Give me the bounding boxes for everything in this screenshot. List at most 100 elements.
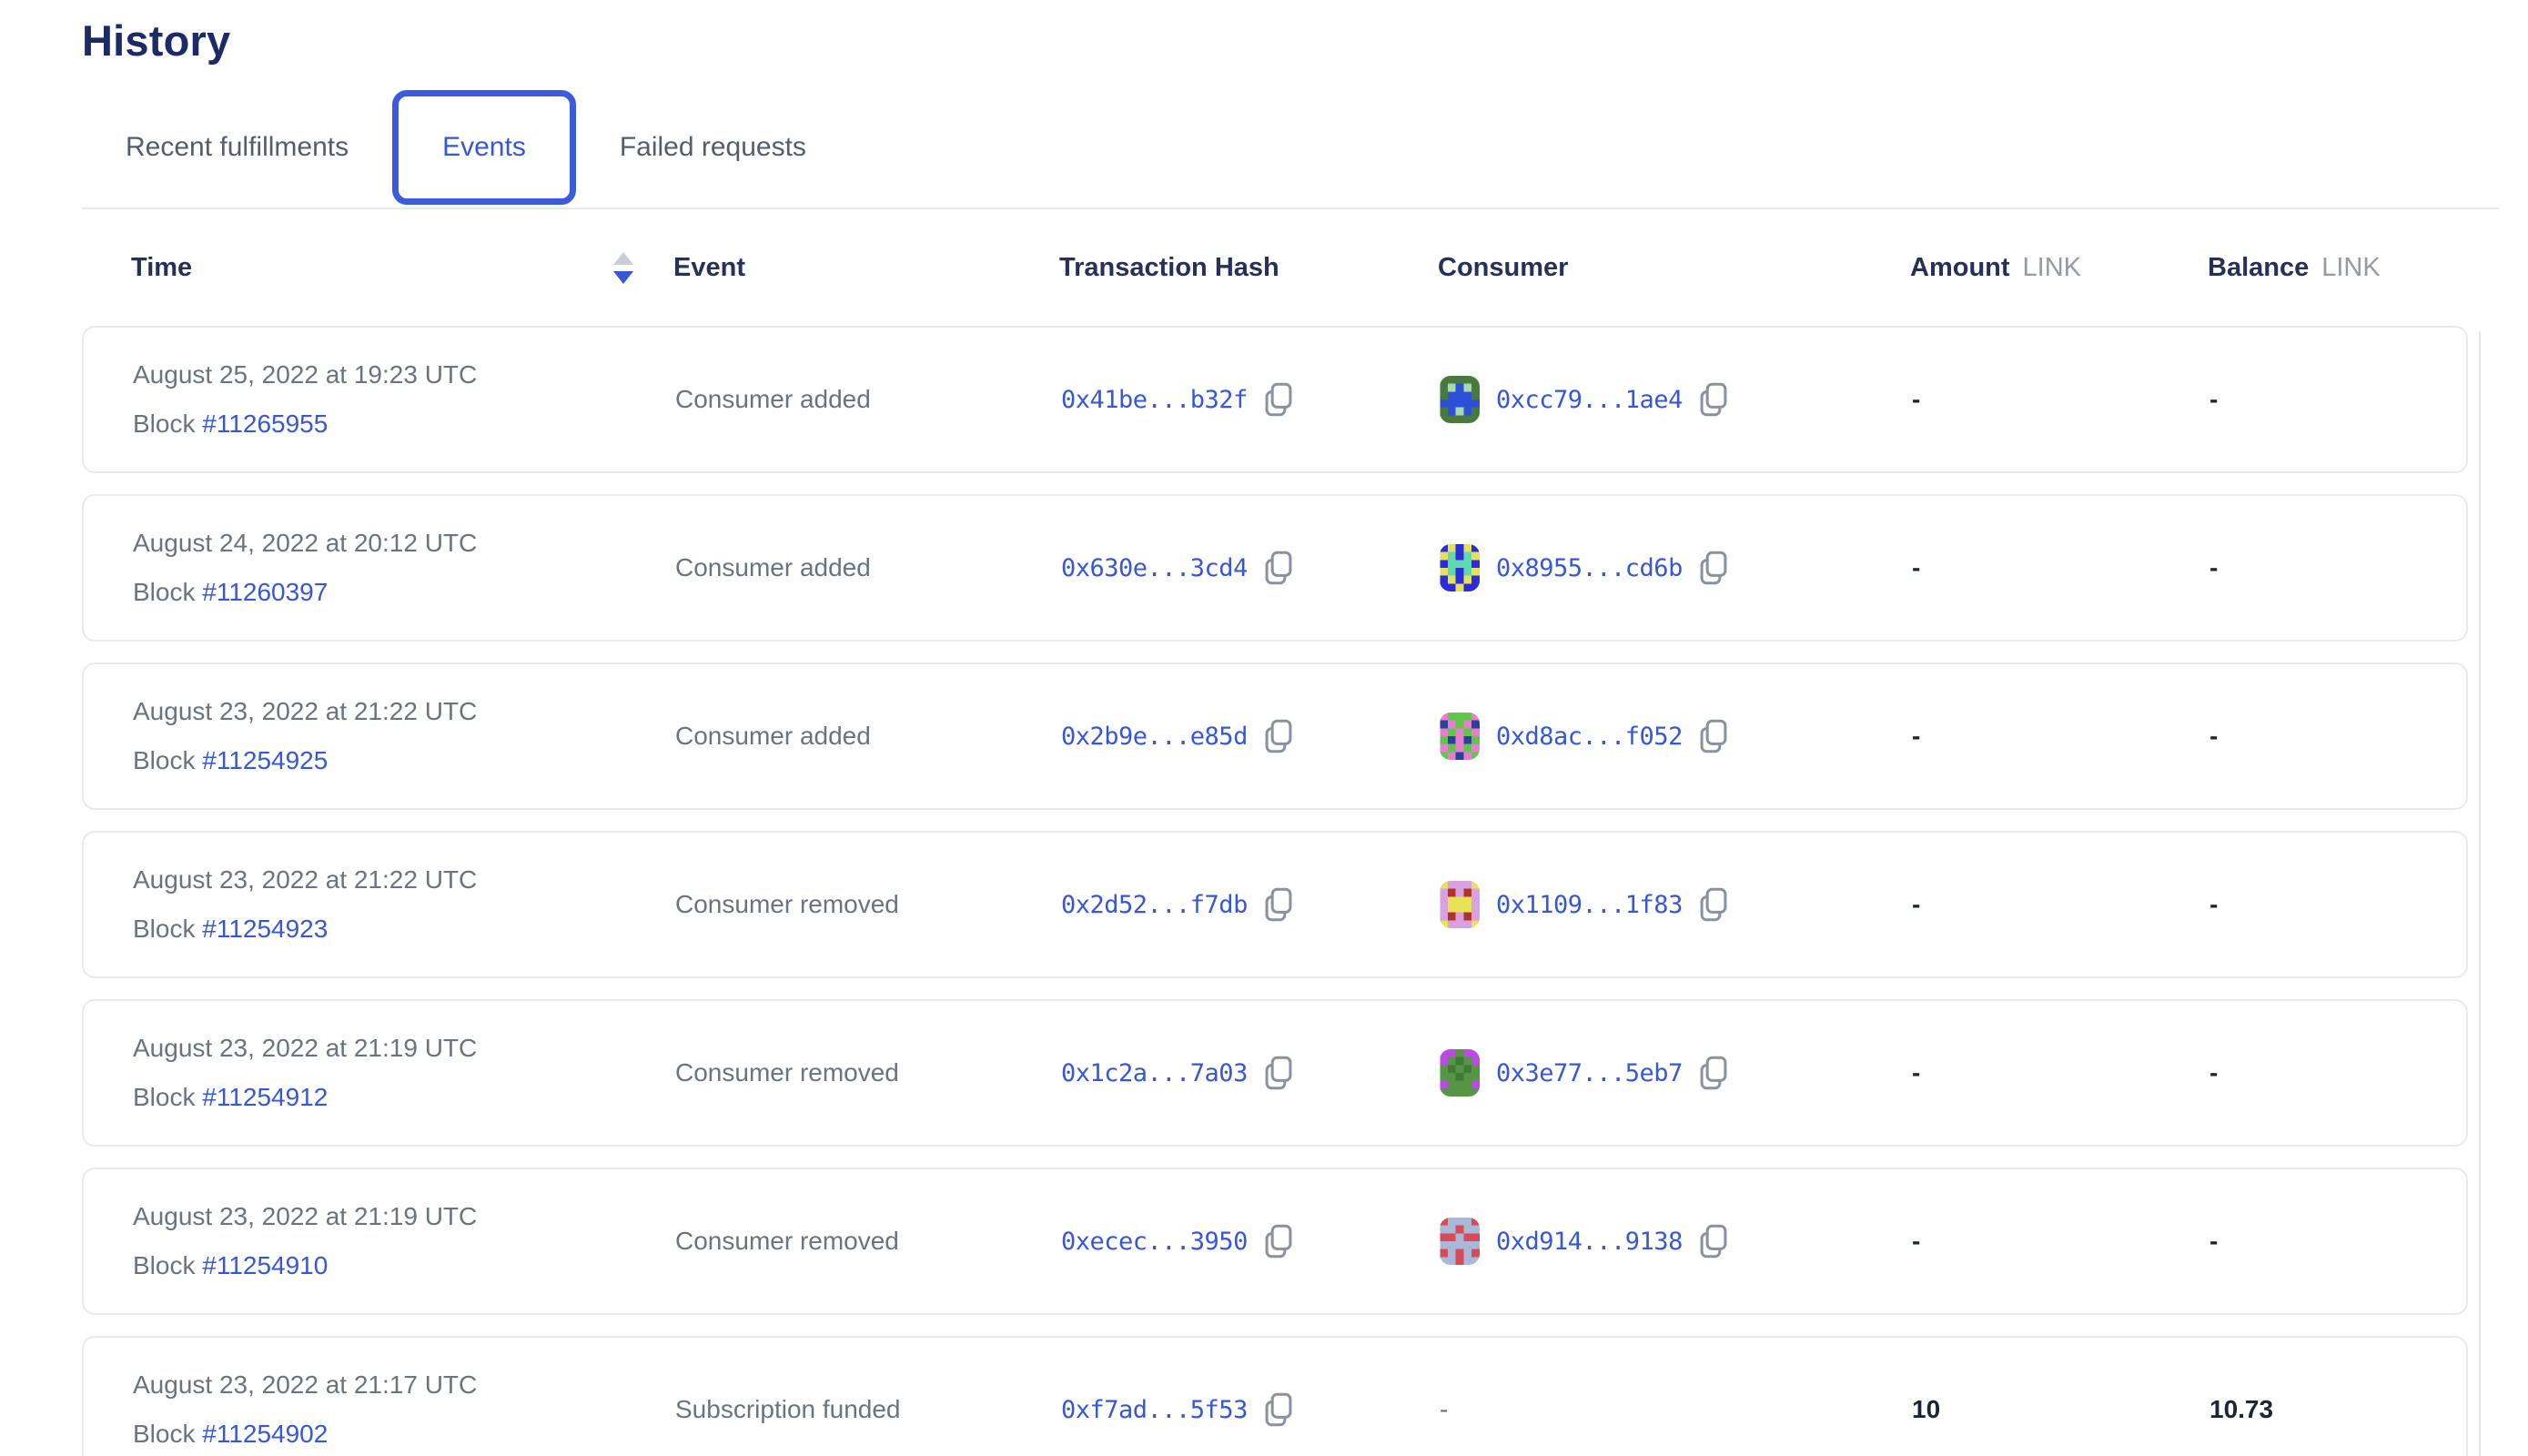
balance-header-label: Balance <box>2208 253 2309 283</box>
block-number-link[interactable]: #11254912 <box>202 1083 328 1111</box>
tab-events[interactable]: Events <box>392 90 576 205</box>
copy-icon[interactable] <box>1699 719 1728 753</box>
block-label: Block <box>133 746 195 774</box>
row-timestamp: August 25, 2022 at 19:23 UTC <box>133 350 675 399</box>
block-number-link[interactable]: #11254910 <box>202 1251 328 1279</box>
transaction-hash-link[interactable]: 0x630e...3cd4 <box>1061 554 1248 582</box>
copy-icon[interactable] <box>1264 551 1293 585</box>
event-type: Consumer removed <box>675 1058 899 1087</box>
consumer-cell: - - <box>1440 1395 1912 1424</box>
row-timestamp: August 23, 2022 at 21:19 UTC <box>133 1024 675 1073</box>
balance-cell: - <box>2209 890 2430 919</box>
consumer-address-link[interactable]: 0xd8ac...f052 <box>1496 723 1683 751</box>
consumer-address-link[interactable]: 0x3e77...5eb7 <box>1496 1059 1683 1087</box>
event-cell: Consumer added <box>675 385 1061 414</box>
transaction-hash-link[interactable]: 0x1c2a...7a03 <box>1061 1059 1248 1087</box>
balance-cell: 10.73 <box>2209 1395 2430 1424</box>
block-number-link[interactable]: #11260397 <box>202 578 328 606</box>
balance-value: - <box>2209 722 2218 751</box>
amount-value: - <box>1912 553 1920 582</box>
sort-down-arrow-icon <box>613 271 633 284</box>
transaction-hash-header-label: Transaction Hash <box>1059 253 1279 283</box>
consumer-address-link[interactable]: 0xd914...9138 <box>1496 1228 1683 1256</box>
time-header-label: Time <box>131 253 192 283</box>
column-header-consumer: Consumer <box>1438 253 1910 283</box>
transaction-hash-cell: 0x1c2a...7a03 <box>1061 1056 1440 1090</box>
transaction-hash-cell: 0xecec...3950 <box>1061 1224 1440 1259</box>
amount-cell: - <box>1912 553 2209 582</box>
consumer-cell: 0xd914...9138 - <box>1440 1218 1912 1265</box>
row-timestamp: August 23, 2022 at 21:22 UTC <box>133 687 675 736</box>
balance-cell: - <box>2209 385 2430 414</box>
consumer-avatar <box>1440 881 1480 928</box>
time-cell: August 23, 2022 at 21:22 UTC Block #1125… <box>133 687 675 785</box>
time-cell: August 24, 2022 at 20:12 UTC Block #1126… <box>133 519 675 617</box>
transaction-hash-link[interactable]: 0xf7ad...5f53 <box>1061 1396 1248 1424</box>
block-number-link[interactable]: #11254902 <box>202 1420 328 1448</box>
copy-icon[interactable] <box>1264 887 1293 922</box>
block-number-link[interactable]: #11254925 <box>202 746 328 774</box>
copy-icon[interactable] <box>1264 382 1293 417</box>
transaction-hash-link[interactable]: 0x2d52...f7db <box>1061 891 1248 919</box>
sort-descending-icon[interactable] <box>613 252 633 284</box>
balance-value: 10.73 <box>2209 1395 2273 1424</box>
event-cell: Consumer removed <box>675 1058 1061 1087</box>
copy-icon[interactable] <box>1699 1224 1728 1259</box>
table-body: August 25, 2022 at 19:23 UTC Block #1126… <box>82 326 2528 1456</box>
tab-bar: Recent fulfillments Events Failed reques… <box>82 87 2499 209</box>
copy-icon[interactable] <box>1699 1056 1728 1090</box>
transaction-hash-link[interactable]: 0x41be...b32f <box>1061 386 1248 414</box>
consumer-address-link[interactable]: 0x1109...1f83 <box>1496 891 1683 919</box>
amount-value: - <box>1912 1058 1920 1087</box>
time-cell: August 23, 2022 at 21:22 UTC Block #1125… <box>133 855 675 954</box>
copy-icon[interactable] <box>1264 1224 1293 1259</box>
copy-icon[interactable] <box>1699 551 1728 585</box>
amount-header-label: Amount <box>1910 253 2010 283</box>
table-header-row: Time Event Transaction Hash Consumer Amo… <box>82 209 2499 326</box>
block-label: Block <box>133 1083 195 1111</box>
consumer-address-link[interactable]: 0xcc79...1ae4 <box>1496 386 1683 414</box>
table-row: August 24, 2022 at 20:12 UTC Block #1126… <box>82 494 2468 642</box>
consumer-avatar <box>1440 1218 1480 1265</box>
tab-recent-fulfillments[interactable]: Recent fulfillments <box>82 90 392 205</box>
balance-value: - <box>2209 385 2218 414</box>
consumer-address-link[interactable]: 0x8955...cd6b <box>1496 554 1683 582</box>
amount-value: - <box>1912 385 1920 414</box>
transaction-hash-link[interactable]: 0xecec...3950 <box>1061 1228 1248 1256</box>
event-cell: Subscription funded <box>675 1395 1061 1424</box>
transaction-hash-cell: 0xf7ad...5f53 <box>1061 1392 1440 1427</box>
column-header-event: Event <box>673 253 1059 283</box>
copy-icon[interactable] <box>1699 887 1728 922</box>
copy-icon[interactable] <box>1264 1392 1293 1427</box>
event-type: Consumer added <box>675 553 871 582</box>
transaction-hash-cell: 0x2d52...f7db <box>1061 887 1440 922</box>
event-type: Consumer added <box>675 385 871 414</box>
table-row: August 25, 2022 at 19:23 UTC Block #1126… <box>82 326 2468 473</box>
consumer-cell: 0x3e77...5eb7 - <box>1440 1049 1912 1097</box>
event-type: Subscription funded <box>675 1395 901 1424</box>
amount-cell: - <box>1912 890 2209 919</box>
block-number-link[interactable]: #11265955 <box>202 410 328 438</box>
copy-icon[interactable] <box>1699 382 1728 417</box>
time-cell: August 23, 2022 at 21:19 UTC Block #1125… <box>133 1192 675 1290</box>
event-cell: Consumer removed <box>675 890 1061 919</box>
page-title: History <box>82 15 2528 67</box>
amount-cell: - <box>1912 722 2209 751</box>
balance-unit-label: LINK <box>2321 253 2380 283</box>
consumer-cell: 0x1109...1f83 - <box>1440 881 1912 928</box>
transaction-hash-cell: 0x630e...3cd4 <box>1061 551 1440 585</box>
event-cell: Consumer removed <box>675 1227 1061 1256</box>
transaction-hash-link[interactable]: 0x2b9e...e85d <box>1061 723 1248 751</box>
consumer-cell: 0xd8ac...f052 - <box>1440 713 1912 760</box>
table-row: August 23, 2022 at 21:22 UTC Block #1125… <box>82 831 2468 978</box>
balance-value: - <box>2209 553 2218 582</box>
tab-failed-requests[interactable]: Failed requests <box>576 90 850 205</box>
event-type: Consumer added <box>675 722 871 751</box>
block-number-link[interactable]: #11254923 <box>202 915 328 943</box>
copy-icon[interactable] <box>1264 1056 1293 1090</box>
event-header-label: Event <box>673 253 745 283</box>
transaction-hash-cell: 0x41be...b32f <box>1061 382 1440 417</box>
copy-icon[interactable] <box>1264 719 1293 753</box>
block-label: Block <box>133 1251 195 1279</box>
consumer-avatar <box>1440 544 1480 592</box>
